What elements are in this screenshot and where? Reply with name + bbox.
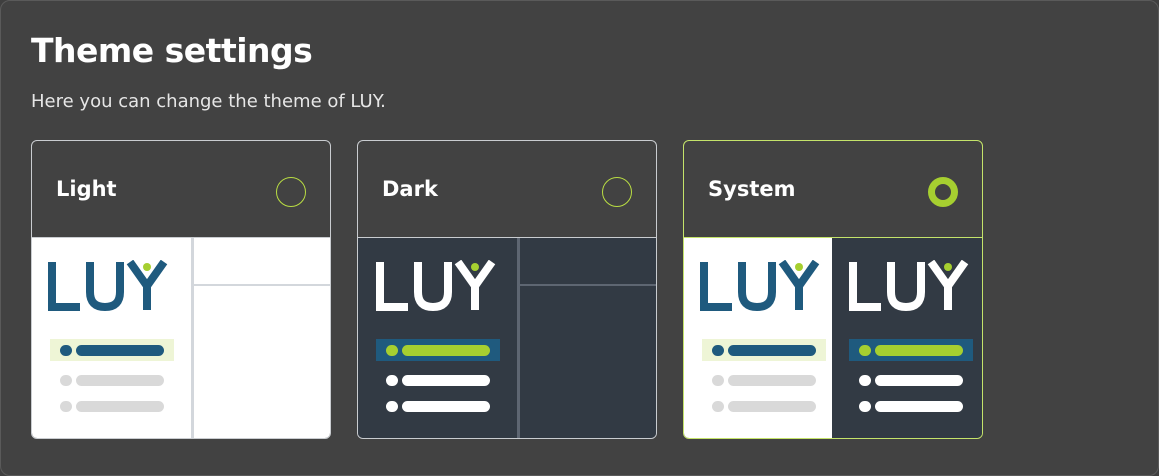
- luy-logo: [376, 260, 496, 312]
- preview-menu-item: [376, 395, 500, 417]
- preview-line: [875, 401, 963, 412]
- preview-menu-item: [50, 369, 174, 391]
- preview-dot: [386, 375, 398, 386]
- page-subtitle: Here you can change the theme of LUY.: [31, 91, 386, 112]
- page-title: Theme settings: [31, 31, 313, 70]
- preview-line: [402, 375, 490, 386]
- preview-menu-item: [849, 369, 973, 391]
- preview-menu-item: [702, 395, 826, 417]
- preview-line: [76, 401, 164, 412]
- theme-preview-system: [684, 238, 982, 438]
- preview-line: [728, 401, 816, 412]
- preview-divider: [191, 238, 194, 438]
- preview-line: [875, 375, 963, 386]
- preview-dark-area: [358, 238, 656, 438]
- theme-card-label: Light: [56, 177, 117, 201]
- preview-line: [402, 345, 490, 356]
- preview-menu-item: [849, 395, 973, 417]
- preview-light-area: [32, 238, 330, 438]
- preview-menu-item-selected: [376, 339, 500, 361]
- theme-card-label: Dark: [382, 177, 438, 201]
- luy-logo: [48, 260, 168, 312]
- theme-preview-dark: [358, 238, 656, 438]
- theme-card-light[interactable]: Light: [31, 140, 331, 439]
- preview-menu-item: [376, 369, 500, 391]
- preview-dot: [859, 345, 871, 356]
- preview-dot: [60, 345, 72, 356]
- preview-menu-item: [702, 369, 826, 391]
- theme-card-label: System: [708, 177, 796, 201]
- preview-dot: [386, 345, 398, 356]
- theme-card-dark[interactable]: Dark: [357, 140, 657, 439]
- theme-settings-panel: Theme settings Here you can change the t…: [0, 0, 1159, 476]
- preview-header-line: [520, 284, 656, 286]
- theme-card-header: Dark: [358, 141, 656, 238]
- preview-dot: [859, 375, 871, 386]
- preview-dot: [386, 401, 398, 412]
- luy-logo: [849, 260, 969, 312]
- theme-card-header: System: [684, 141, 982, 238]
- preview-dot: [60, 401, 72, 412]
- preview-dot: [712, 401, 724, 412]
- preview-light-area: [684, 238, 832, 438]
- theme-card-header: Light: [32, 141, 330, 238]
- preview-line: [76, 375, 164, 386]
- preview-header-line: [194, 284, 330, 286]
- preview-dot: [712, 375, 724, 386]
- radio-unchecked-icon[interactable]: [602, 177, 632, 207]
- preview-menu-item-selected: [50, 339, 174, 361]
- preview-menu-item: [50, 395, 174, 417]
- preview-line: [76, 345, 164, 356]
- preview-menu-item-selected: [702, 339, 826, 361]
- preview-line: [875, 345, 963, 356]
- theme-preview-light: [32, 238, 330, 438]
- preview-line: [402, 401, 490, 412]
- preview-dot: [712, 345, 724, 356]
- preview-line: [728, 375, 816, 386]
- preview-menu-item-selected: [849, 339, 973, 361]
- radio-unchecked-icon[interactable]: [276, 177, 306, 207]
- preview-dot: [60, 375, 72, 386]
- luy-logo: [700, 260, 820, 312]
- preview-divider: [517, 238, 520, 438]
- preview-dark-area: [832, 238, 982, 438]
- theme-card-system[interactable]: System: [683, 140, 983, 439]
- preview-dot: [859, 401, 871, 412]
- preview-line: [728, 345, 816, 356]
- radio-checked-icon[interactable]: [928, 177, 958, 207]
